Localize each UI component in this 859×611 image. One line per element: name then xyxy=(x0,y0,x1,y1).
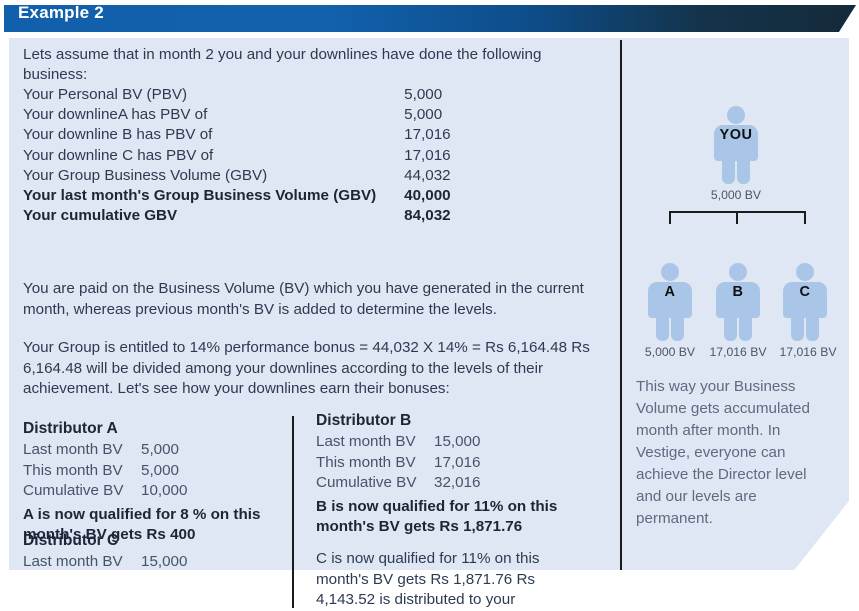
person-label-c: C xyxy=(799,284,811,300)
page-title: Example 2 xyxy=(18,3,104,22)
bv-row-label: Your Personal BV (PBV) xyxy=(23,86,188,103)
row-value: 15,000 xyxy=(434,433,481,450)
bv-row-value: 17,016 xyxy=(404,146,451,164)
row-label: Last month BV xyxy=(23,553,123,570)
table-row: Your Personal BV (PBV) 5,000 xyxy=(23,85,453,105)
row-value: 17,016 xyxy=(434,453,481,471)
distributor-c-table: Last month BV 15,000 xyxy=(23,552,187,573)
table-row: Your last month's Group Business Volume … xyxy=(23,186,453,206)
distributor-b-table: Last month BV 15,000 This month BV 17,01… xyxy=(316,432,480,494)
table-row: Your downline C has PBV of 17,016 xyxy=(23,146,453,166)
table-row: This month BV 17,016 xyxy=(316,453,480,474)
bv-row-value: 5,000 xyxy=(404,86,443,103)
person-leg-right-shape xyxy=(671,308,684,341)
person-caption-c: 17,016 BV xyxy=(779,345,837,359)
bv-row-value: 17,016 xyxy=(404,126,451,144)
row-value: 5,000 xyxy=(141,461,180,479)
person-head-shape xyxy=(727,106,745,124)
person-leg-right-shape xyxy=(739,308,752,341)
person-leg-left-shape xyxy=(724,308,737,341)
person-label-a: A xyxy=(664,284,676,300)
row-value: 5,000 xyxy=(141,441,180,458)
person-label-b: B xyxy=(732,284,744,300)
person-leg-right-shape xyxy=(737,151,750,184)
bv-row-label: Your cumulative GBV xyxy=(23,207,178,225)
bv-row-value: 44,032 xyxy=(404,166,451,184)
bv-row-label: Your Group Business Volume (GBV) xyxy=(23,166,268,184)
table-row: Cumulative BV 10,000 xyxy=(23,481,187,502)
distributor-c-note: C is now qualified for 11% on this month… xyxy=(316,550,540,608)
tree-connector-branch-c xyxy=(804,211,806,224)
column-divider xyxy=(292,416,294,608)
person-head-shape xyxy=(661,263,679,281)
row-label: Last month BV xyxy=(316,433,416,450)
person-icon-c: C xyxy=(779,263,831,341)
header-banner xyxy=(4,5,856,32)
bv-row-label: Your last month's Group Business Volume … xyxy=(23,187,377,205)
table-row: This month BV 5,000 xyxy=(23,461,187,482)
table-row: Your downlineA has PBV of 5,000 xyxy=(23,105,453,125)
row-value: 15,000 xyxy=(141,553,188,570)
table-row: Your Group Business Volume (GBV) 44,032 xyxy=(23,166,453,186)
person-icon-you: YOU xyxy=(710,106,762,184)
row-label: Cumulative BV xyxy=(23,482,124,499)
distributor-b-block: Distributor B Last month BV 15,000 This … xyxy=(316,412,566,538)
tree-connector-branch-b xyxy=(736,211,738,224)
row-label: This month BV xyxy=(316,453,416,471)
row-label: Cumulative BV xyxy=(316,474,417,491)
bv-row-label: Your downlineA has PBV of xyxy=(23,106,208,124)
distributor-b-note: B is now qualified for 11% on this month… xyxy=(316,497,558,536)
distributor-a-heading: Distributor A xyxy=(23,420,118,437)
person-leg-right-shape xyxy=(806,308,819,341)
person-label-you: YOU xyxy=(719,127,753,143)
intro-paragraph: Lets assume that in month 2 you and your… xyxy=(23,46,542,83)
person-icon-b: B xyxy=(712,263,764,341)
left-content-column: Lets assume that in month 2 you and your… xyxy=(9,38,620,608)
bv-row-label: Your downline B has PBV of xyxy=(23,126,213,144)
distributor-a-table: Last month BV 5,000 This month BV 5,000 … xyxy=(23,440,187,502)
distributor-c-block: Distributor C Last month BV 15,000 xyxy=(23,532,187,573)
person-leg-left-shape xyxy=(656,308,669,341)
table-row: Your cumulative GBV 84,032 xyxy=(23,206,453,226)
row-label: This month BV xyxy=(23,461,123,479)
paid-explanation-paragraph: You are paid on the Business Volume (BV)… xyxy=(23,280,584,318)
table-row: Your downline B has PBV of 17,016 xyxy=(23,125,453,145)
person-leg-left-shape xyxy=(791,308,804,341)
bv-row-value: 40,000 xyxy=(404,187,451,205)
bv-row-label: Your downline C has PBV of xyxy=(23,146,214,164)
person-caption-you: 5,000 BV xyxy=(710,188,762,202)
sidebar-note-text: This way your Business Volume gets accum… xyxy=(636,378,810,527)
person-icon-a: A xyxy=(644,263,696,341)
row-label: Last month BV xyxy=(23,441,123,458)
bv-summary-table: Your Personal BV (PBV) 5,000 Your downli… xyxy=(23,85,453,226)
bv-row-value: 84,032 xyxy=(404,207,451,225)
table-row: Last month BV 15,000 xyxy=(23,552,187,573)
table-row: Last month BV 15,000 xyxy=(316,432,480,453)
row-value: 10,000 xyxy=(141,482,188,499)
tree-connector-branch-a xyxy=(669,211,671,224)
distributor-a-block: Distributor A Last month BV 5,000 This m… xyxy=(23,420,273,546)
sidebar-diagram-column: YOU 5,000 BV A 5,000 BV B 17,016 BV C 17… xyxy=(622,38,849,570)
person-head-shape xyxy=(729,263,747,281)
table-row: Cumulative BV 32,016 xyxy=(316,473,480,494)
person-head-shape xyxy=(796,263,814,281)
distributor-c-heading: Distributor C xyxy=(23,532,119,549)
distributor-b-heading: Distributor B xyxy=(316,412,412,429)
person-leg-left-shape xyxy=(722,151,735,184)
bonus-explanation-paragraph: Your Group is entitled to 14% performanc… xyxy=(23,339,590,397)
bv-row-value: 5,000 xyxy=(404,106,443,124)
table-row: Last month BV 5,000 xyxy=(23,440,187,461)
row-value: 32,016 xyxy=(434,474,481,491)
